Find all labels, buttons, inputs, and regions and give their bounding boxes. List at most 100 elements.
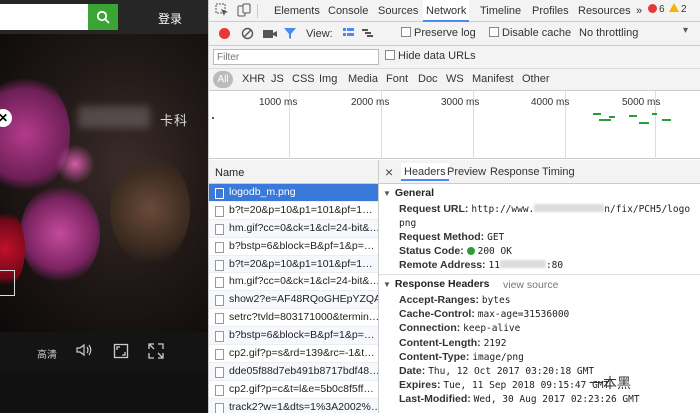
video-controls [0,332,208,372]
filter-icon[interactable] [283,27,297,43]
error-count[interactable]: 6 [659,4,665,15]
request-row[interactable]: b?t=20&p=10&p1=101&pf=1… [209,202,378,220]
response-header-row: Connection: keep-alive [399,322,520,334]
type-all[interactable]: All [213,71,233,88]
request-method-row: Request Method: GET [399,231,504,243]
request-row[interactable]: b?bstp=6&block=B&pf=1&p=… [209,238,378,256]
type-other[interactable]: Other [522,73,550,85]
fullscreen-web-icon[interactable] [113,343,129,362]
request-row[interactable]: cp2.gif?p=s&rd=139&rc=-1&t… [209,345,378,363]
file-icon [215,277,224,289]
capture-screenshots-icon[interactable] [262,28,278,43]
response-headers-title: Response Headers [394,278,490,290]
video-title: 卡科 [160,113,189,128]
inspect-element-icon[interactable] [215,3,229,20]
hide-data-urls-checkbox[interactable]: Hide data URLs [385,50,476,62]
type-font[interactable]: Font [386,73,408,85]
waterfall-icon[interactable] [361,27,374,42]
quality-button[interactable]: 高清 [37,346,57,361]
network-overview[interactable]: 1000 ms 2000 ms 3000 ms 4000 ms 5000 ms [209,91,700,159]
redacted-blur [534,204,605,212]
search-icon [96,10,110,24]
view-source-link[interactable]: view source [503,279,558,291]
file-icon [215,402,224,413]
tab-console[interactable]: Console [325,0,371,22]
close-detail-icon[interactable]: × [385,164,393,180]
general-section[interactable]: ▼ General [383,187,434,199]
type-xhr[interactable]: XHR [242,73,265,85]
request-row[interactable]: track2?w=1&dts=1%3A2002%… [209,398,378,413]
request-url-value: http://www. [471,204,535,215]
search-input[interactable] [0,4,88,30]
record-icon[interactable] [219,28,230,39]
tab-profiles[interactable]: Profiles [529,0,572,22]
waterfall-dot [212,117,214,119]
tab-resources[interactable]: Resources [575,0,634,22]
type-img[interactable]: Img [319,73,337,85]
request-row[interactable]: logodb_m.png [209,184,378,202]
tab-preview[interactable]: Preview [447,166,486,178]
tab-sources[interactable]: Sources [375,0,421,22]
redacted-blur [499,260,546,268]
type-media[interactable]: Media [348,73,378,85]
tick-3000: 3000 ms [441,97,480,108]
warning-count[interactable]: 2 [681,4,687,15]
tab-timeline[interactable]: Timeline [477,0,524,22]
search-button[interactable] [88,4,118,30]
request-row[interactable]: dde05f88d7eb491b8717bdf48… [209,362,378,381]
tab-elements[interactable]: Elements [271,0,323,22]
clear-icon[interactable] [241,27,254,43]
request-row[interactable]: b?t=20&p=10&p1=101&pf=1… [209,255,378,274]
request-url-row-2: png [399,217,416,229]
preserve-log-checkbox[interactable]: Preserve log [401,27,476,39]
file-icon [215,349,224,361]
request-row[interactable]: cp2.gif?p=c&t=l&e=5b0c8f5ff… [209,381,378,399]
tick-4000: 4000 ms [531,97,570,108]
request-name: hm.gif?cc=0&ck=1&cl=24-bit&… [229,221,378,234]
response-headers-section[interactable]: ▼ Response Headers [383,278,489,290]
header-key: Accept-Ranges: [399,294,479,306]
request-name: show2?e=AF48RQoGHEpYZQA… [229,293,378,306]
login-link[interactable]: 登录 [158,10,182,27]
request-name: setrc?tvld=803171000&termin… [229,311,378,324]
tick-5000: 5000 ms [622,97,661,108]
large-rows-icon[interactable] [342,27,355,42]
type-doc[interactable]: Doc [418,73,438,85]
fullscreen-icon[interactable] [148,343,164,362]
request-name: logodb_m.png [229,186,296,198]
type-manifest[interactable]: Manifest [472,73,514,85]
tab-network[interactable]: Network [423,0,470,22]
name-column-header[interactable]: Name [215,167,244,179]
tab-headers[interactable]: Headers [401,163,449,181]
header-key: Last-Modified: [399,393,471,406]
throttling-select[interactable]: No throttling [579,27,638,39]
more-tabs-button[interactable]: » [633,0,645,22]
tab-response[interactable]: Response [490,166,540,178]
type-css[interactable]: CSS [292,73,315,85]
header-key: Connection: [399,322,461,335]
request-row[interactable]: show2?e=AF48RQoGHEpYZQA… [209,291,378,310]
list-header[interactable]: Name [209,160,379,184]
request-row[interactable]: hm.gif?cc=0&ck=1&cl=24-bit&… [209,219,378,238]
disable-cache-checkbox[interactable]: Disable cache [489,27,571,39]
file-icon [215,366,224,378]
request-row[interactable]: setrc?tvld=803171000&termin… [209,309,378,328]
video-player[interactable]: 卡科 [0,34,208,332]
request-row[interactable]: hm.gif?cc=0&ck=1&cl=24-bit&… [209,273,378,292]
volume-icon[interactable] [76,343,92,360]
filter-input[interactable] [213,49,379,65]
device-mode-icon[interactable] [237,3,251,20]
divider [379,274,700,275]
remote-address-tail: :80 [545,260,564,271]
request-name: b?bstp=6&block=B&pf=1&p=… [229,329,375,342]
web-page: 登录 卡科 ✕ 高清 [0,0,208,413]
request-row[interactable]: b?bstp=6&block=B&pf=1&p=… [209,327,378,346]
chevron-down-icon[interactable]: ▾ [683,25,688,36]
file-icon [215,205,224,217]
tab-timing[interactable]: Timing [542,166,575,178]
request-name: b?t=20&p=10&p1=101&pf=1… [229,257,373,270]
site-header: 登录 [0,0,208,34]
type-ws[interactable]: WS [446,73,464,85]
waterfall-bar [662,119,671,121]
type-js[interactable]: JS [271,73,284,85]
